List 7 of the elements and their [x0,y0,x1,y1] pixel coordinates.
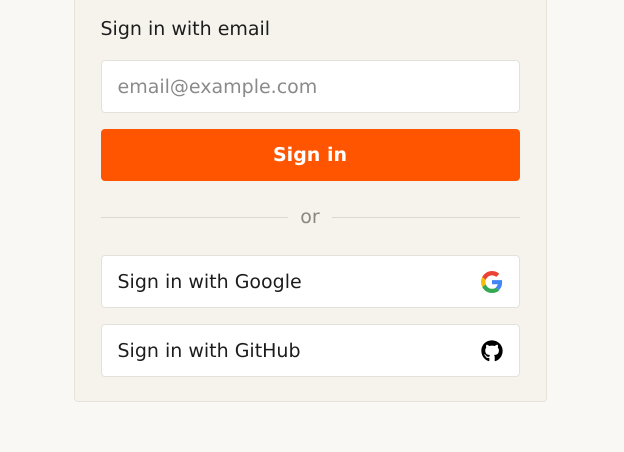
google-sign-in-button[interactable]: Sign in with Google [100,255,520,308]
form-title: Sign in with email [100,17,272,41]
email-field[interactable]: email@example.com [100,60,520,113]
github-icon [480,340,502,362]
google-icon [480,270,502,292]
github-sign-in-button[interactable]: Sign in with GitHub [100,324,520,377]
divider-label: or [300,206,320,228]
